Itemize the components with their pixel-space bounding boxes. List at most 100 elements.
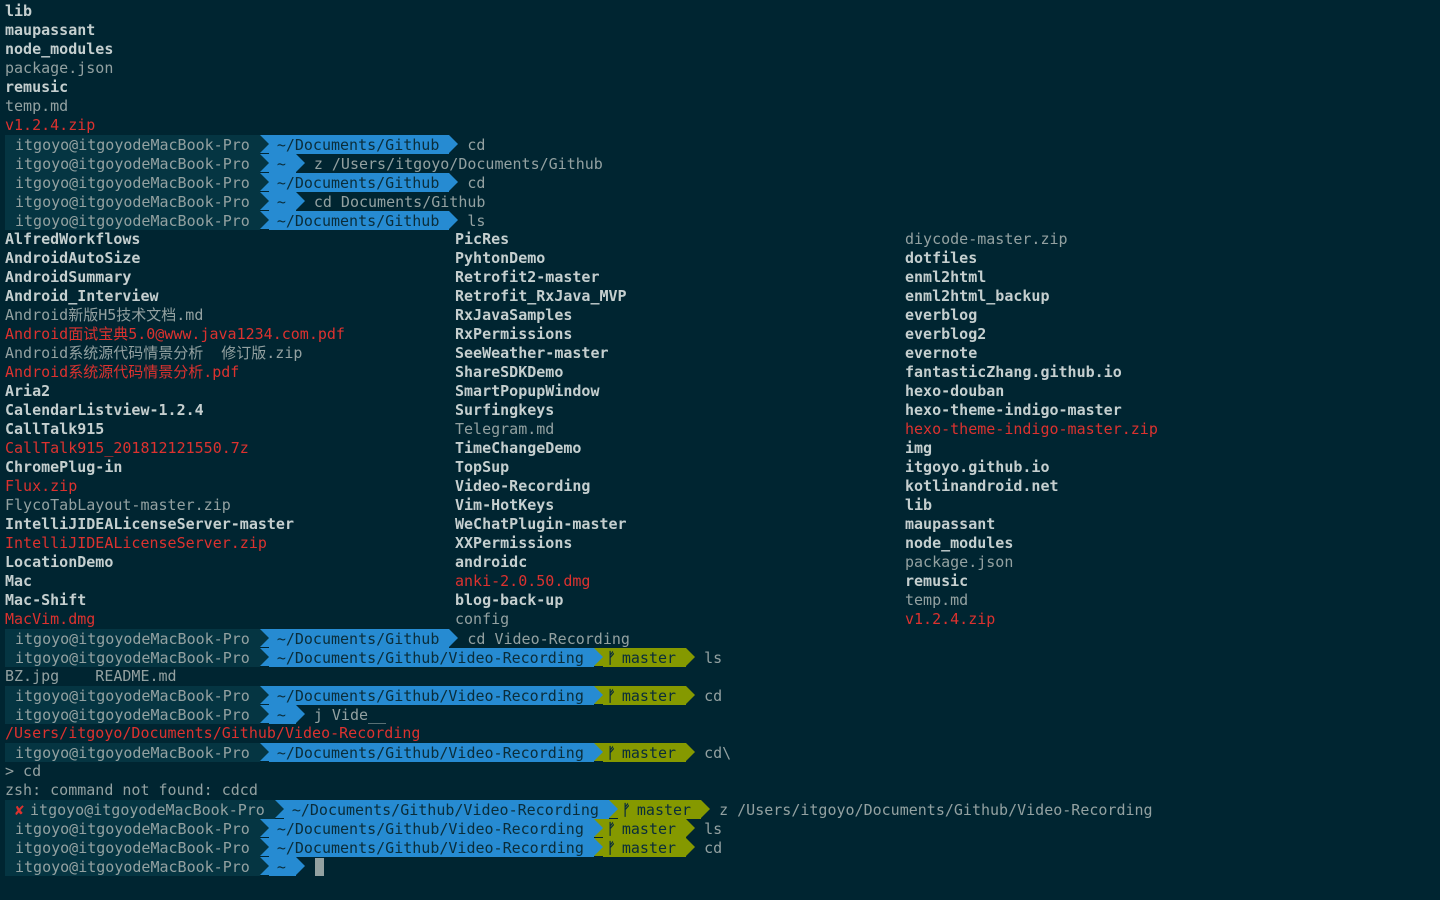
file-name: Flux.zip <box>5 477 78 495</box>
table-row: Mac-Shift blog-back-up temp.md <box>0 591 1440 610</box>
prompt-directory: ~/Documents/Github/Video-Recording <box>283 800 609 819</box>
file-name: SmartPopupWindow <box>455 382 600 400</box>
previous-listing: lib maupassant node_modules package.json… <box>0 2 1440 135</box>
file-name: maupassant <box>905 515 996 533</box>
prompt-context: itgoyo@itgoyodeMacBook-Pro <box>5 743 260 762</box>
prompt-directory: ~/Documents/Github <box>268 135 450 154</box>
file-name: blog-back-up <box>455 591 564 609</box>
prompt-command: cd Documents/Github <box>313 192 486 211</box>
file-name: Android面试宝典5.0@www.java1234.com.pdf <box>5 325 345 343</box>
file-name: itgoyo.github.io <box>905 458 1050 476</box>
file-name: CalendarListview-1.2.4 <box>5 401 204 419</box>
table-row: Flux.zip Video-Recording kotlinandroid.net <box>0 477 1440 496</box>
prompt-git-segment: ᚠ master <box>602 819 687 838</box>
table-row: Android面试宝典5.0@www.java1234.com.pdf RxPer… <box>0 325 1440 344</box>
table-row: AndroidSummary Retrofit2-master enml2html <box>0 268 1440 287</box>
table-row: AndroidAutoSize PyhtonDemo dotfiles <box>0 249 1440 268</box>
prompt-line: itgoyo@itgoyodeMacBook-Pro ~ cd Document… <box>0 192 1440 211</box>
list-item: temp.md <box>0 97 1440 116</box>
list-item: lib <box>0 2 1440 21</box>
list-item: v1.2.4.zip <box>0 116 1440 135</box>
prompt-directory: ~/Documents/Github/Video-Recording <box>268 686 594 705</box>
error-x-icon: ✘ <box>15 800 25 819</box>
powerline-separator-icon <box>608 800 618 818</box>
table-row: Android新版H5技术文档.md RxJavaSamples everblog <box>0 306 1440 325</box>
file-name: node_modules <box>905 534 1014 552</box>
file-name: IntelliJIDEALicenseServer.zip <box>5 534 267 552</box>
terminal-window[interactable]: lib maupassant node_modules package.json… <box>0 0 1440 900</box>
prompt-line: itgoyo@itgoyodeMacBook-Pro ~ j Vide__ <box>0 705 1440 724</box>
file-name: LocationDemo <box>5 553 114 571</box>
active-prompt-line[interactable]: itgoyo@itgoyodeMacBook-Pro ~ <box>0 857 1440 876</box>
file-name: anki-2.0.50.dmg <box>455 572 591 590</box>
file-name: node_modules <box>5 40 114 58</box>
powerline-separator-icon <box>259 211 269 229</box>
powerline-separator-icon <box>686 686 696 704</box>
file-name: hexo-theme-indigo-master <box>905 401 1122 419</box>
file-name: Mac <box>5 572 33 590</box>
command-output: /Users/itgoyo/Documents/Github/Video-Rec… <box>5 724 421 742</box>
file-name: CallTalk915 <box>5 420 105 438</box>
file-name: maupassant <box>5 21 96 39</box>
file-name: RxPermissions <box>455 325 573 343</box>
file-name: lib <box>5 2 33 20</box>
prompt-directory: ~/Documents/Github/Video-Recording <box>268 648 594 667</box>
table-row: LocationDemo androidc package.json <box>0 553 1440 572</box>
directory-listing: AlfredWorkflows PicRes diycode-master.zip A… <box>0 230 1440 629</box>
table-row: Android系统源代码情景分析 修订版.zip SeeWeather-maste… <box>0 344 1440 363</box>
file-name: temp.md <box>5 97 69 115</box>
file-name: TopSup <box>455 458 510 476</box>
table-row: AlfredWorkflows PicRes diycode-master.zip <box>0 230 1440 249</box>
prompt-command: cd <box>704 838 723 857</box>
powerline-separator-icon <box>259 857 269 875</box>
list-item: package.json <box>0 59 1440 78</box>
prompt-command: cd <box>704 686 723 705</box>
prompt-command: cd\ <box>704 743 732 762</box>
file-name: remusic <box>905 572 969 590</box>
powerline-separator-icon <box>259 819 269 837</box>
prompt-git-segment: ᚠ master <box>617 800 702 819</box>
table-row: ChromePlug-in TopSup itgoyo.github.io <box>0 458 1440 477</box>
powerline-separator-icon <box>295 192 305 210</box>
prompt-line: itgoyo@itgoyodeMacBook-Pro ~/Documents/G… <box>0 173 1440 192</box>
prompt-git-segment: ᚠ master <box>602 743 687 762</box>
file-name: package.json <box>5 59 114 77</box>
file-name: remusic <box>5 78 69 96</box>
prompt-context: itgoyo@itgoyodeMacBook-Pro <box>5 629 260 648</box>
table-row: IntelliJIDEALicenseServer-master WeChatPl… <box>0 515 1440 534</box>
prompt-command: ls <box>467 211 486 230</box>
file-name: diycode-master.zip <box>905 230 1068 248</box>
table-row: Android系统源代码情景分析.pdf ShareSDKDemo fantasti… <box>0 363 1440 382</box>
table-row: MacVim.dmg config v1.2.4.zip <box>0 610 1440 629</box>
prompt-context: itgoyo@itgoyodeMacBook-Pro <box>5 135 260 154</box>
terminal-cursor[interactable] <box>314 857 324 876</box>
powerline-separator-icon <box>593 743 603 761</box>
file-name: AlfredWorkflows <box>5 230 141 248</box>
file-name: Android_Interview <box>5 287 159 305</box>
powerline-separator-icon <box>449 173 459 191</box>
prompt-command: z /Users/itgoyo/Documents/Github <box>313 154 603 173</box>
prompt-context: itgoyo@itgoyodeMacBook-Pro <box>5 686 260 705</box>
file-name: Telegram.md <box>455 420 555 438</box>
file-name: enml2html_backup <box>905 287 1050 305</box>
git-branch-icon: ᚠ <box>606 838 616 857</box>
file-name: MacVim.dmg <box>5 610 96 628</box>
prompt-directory: ~ <box>268 192 296 211</box>
file-name: Vim-HotKeys <box>455 496 555 514</box>
prompt-line: itgoyo@itgoyodeMacBook-Pro ~/Documents/G… <box>0 838 1440 857</box>
git-branch-icon: ᚠ <box>606 648 616 667</box>
prompt-line: itgoyo@itgoyodeMacBook-Pro ~/Documents/G… <box>0 648 1440 667</box>
file-name: kotlinandroid.net <box>905 477 1059 495</box>
table-row: CalendarListview-1.2.4 Surfingkeys hexo-th… <box>0 401 1440 420</box>
file-name: v1.2.4.zip <box>905 610 996 628</box>
prompt-line: itgoyo@itgoyodeMacBook-Pro ~/Documents/G… <box>0 135 1440 154</box>
file-name: temp.md <box>905 591 969 609</box>
prompt-context: itgoyo@itgoyodeMacBook-Pro <box>5 857 260 876</box>
file-name: lib <box>905 496 933 514</box>
git-branch-name: master <box>621 648 677 667</box>
prompt-line: itgoyo@itgoyodeMacBook-Pro ~/Documents/G… <box>0 819 1440 838</box>
table-row: Mac anki-2.0.50.dmg remusic <box>0 572 1440 591</box>
powerline-separator-icon <box>686 743 696 761</box>
file-name: Retrofit2-master <box>455 268 600 286</box>
git-branch-name: master <box>621 819 677 838</box>
